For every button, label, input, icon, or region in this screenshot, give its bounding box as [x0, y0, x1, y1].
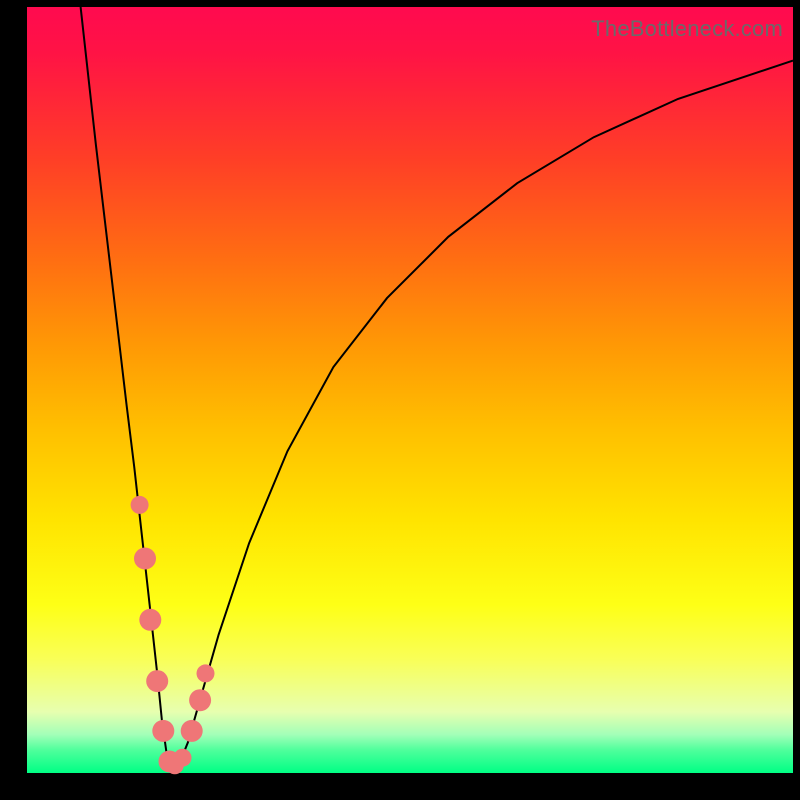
- data-marker: [197, 664, 215, 682]
- data-marker: [174, 749, 192, 767]
- chart-frame: TheBottleneck.com: [0, 0, 800, 800]
- data-marker: [152, 720, 174, 742]
- data-marker: [181, 720, 203, 742]
- data-marker: [139, 609, 161, 631]
- data-marker: [146, 670, 168, 692]
- bottleneck-curve: [27, 7, 793, 773]
- marker-group: [131, 496, 215, 774]
- plot-area: TheBottleneck.com: [27, 7, 793, 773]
- data-marker: [131, 496, 149, 514]
- data-marker: [134, 548, 156, 570]
- curve-path: [81, 7, 793, 769]
- data-marker: [189, 689, 211, 711]
